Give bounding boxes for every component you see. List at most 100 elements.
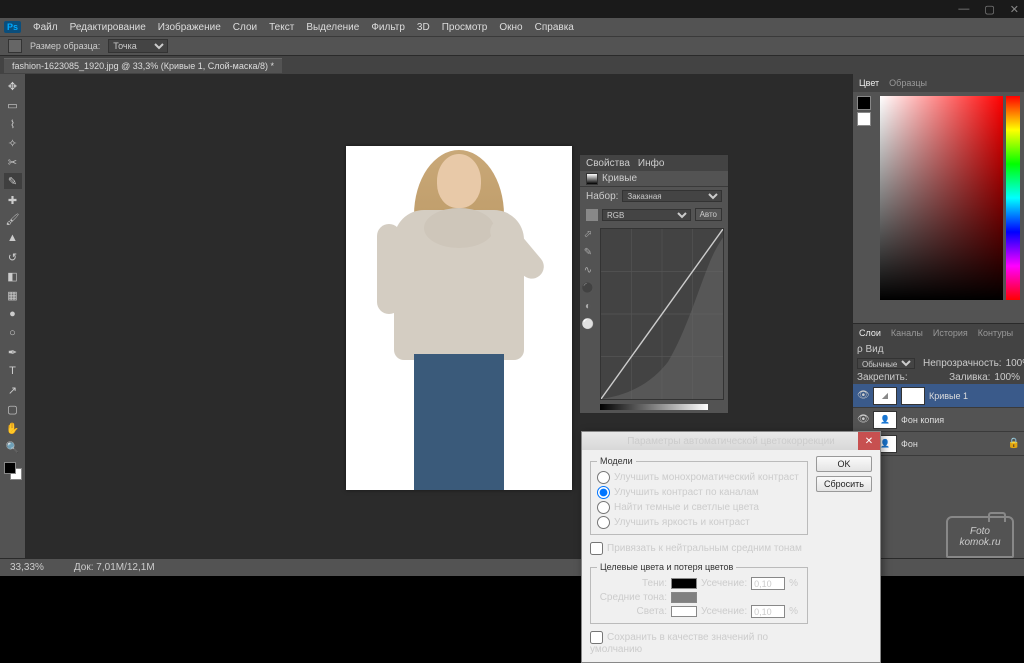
- preset-label: Набор:: [586, 191, 618, 202]
- menu-edit[interactable]: Редактирование: [70, 22, 146, 33]
- history-brush-tool[interactable]: ↺: [4, 249, 22, 265]
- auto-button[interactable]: Авто: [695, 208, 722, 221]
- curve-point-tool[interactable]: ⬀: [582, 228, 594, 240]
- path-tool[interactable]: ↗: [4, 382, 22, 398]
- layer-filter[interactable]: ρ Вид: [857, 344, 884, 355]
- radio-channel[interactable]: Улучшить контраст по каналам: [597, 485, 801, 500]
- stamp-tool[interactable]: ▲: [4, 230, 22, 246]
- type-tool[interactable]: T: [4, 363, 22, 379]
- channels-tab[interactable]: Каналы: [891, 328, 923, 338]
- paths-tab[interactable]: Контуры: [978, 328, 1013, 338]
- black-dropper[interactable]: ⚫: [582, 282, 594, 294]
- heal-tool[interactable]: ✚: [4, 192, 22, 208]
- curves-icon: [586, 173, 598, 185]
- lock-icon: 🔒: [1008, 438, 1020, 449]
- channel-select[interactable]: RGB: [602, 209, 691, 221]
- cancel-button[interactable]: Сбросить: [816, 476, 872, 492]
- layers-tab[interactable]: Слои: [859, 328, 881, 338]
- radio-mono[interactable]: Улучшить монохроматический контраст: [597, 470, 801, 485]
- menu-text[interactable]: Текст: [269, 22, 294, 33]
- visibility-icon[interactable]: 👁: [857, 390, 869, 401]
- radio-brightness[interactable]: Улучшить яркость и контраст: [597, 515, 801, 530]
- gray-dropper[interactable]: ◐: [582, 300, 594, 312]
- ok-button[interactable]: OK: [816, 456, 872, 472]
- history-tab[interactable]: История: [933, 328, 968, 338]
- menu-image[interactable]: Изображение: [158, 22, 221, 33]
- canvas-area[interactable]: Свойства Инфо Кривые Набор: Заказная RGB Ав…: [26, 74, 852, 558]
- white-dropper[interactable]: ⚪: [582, 318, 594, 330]
- color-tab[interactable]: Цвет: [859, 78, 879, 88]
- fill-value[interactable]: 100%: [994, 372, 1020, 383]
- curve-draw-tool[interactable]: ✎: [582, 246, 594, 258]
- highlights-swatch[interactable]: [671, 606, 697, 617]
- brush-tool[interactable]: 🖌: [4, 211, 22, 227]
- menu-file[interactable]: Файл: [33, 22, 58, 33]
- close-button[interactable]: ✕: [1010, 3, 1019, 16]
- menu-3d[interactable]: 3D: [417, 22, 430, 33]
- layer-row-curves[interactable]: 👁◢Кривые 1: [853, 384, 1024, 408]
- snap-neutral-check[interactable]: Привязать к нейтральным средним тонам: [590, 541, 808, 556]
- menu-select[interactable]: Выделение: [306, 22, 359, 33]
- document-image: [346, 146, 572, 490]
- window-titlebar: — ▢ ✕: [0, 0, 1024, 18]
- crop-tool[interactable]: ✂: [4, 154, 22, 170]
- visibility-icon[interactable]: 👁: [857, 414, 869, 425]
- blend-mode-select[interactable]: Обычные: [857, 358, 915, 369]
- curves-graph[interactable]: [600, 228, 724, 400]
- hue-slider[interactable]: [1006, 96, 1020, 300]
- sample-size-select[interactable]: Точка: [108, 39, 168, 53]
- curves-title: Кривые: [602, 173, 637, 184]
- pen-tool[interactable]: ✒: [4, 344, 22, 360]
- move-tool[interactable]: ✥: [4, 78, 22, 94]
- swatches-tab[interactable]: Образцы: [889, 78, 927, 88]
- minimize-button[interactable]: —: [958, 3, 969, 15]
- zoom-level[interactable]: 33,33%: [10, 562, 44, 573]
- preset-select[interactable]: Заказная: [622, 190, 722, 202]
- hand-tool[interactable]: ✋: [4, 420, 22, 436]
- sample-size-label: Размер образца:: [30, 41, 100, 51]
- layer-row-copy[interactable]: 👁👤Фон копия: [853, 408, 1024, 432]
- menu-bar: Ps Файл Редактирование Изображение Слои …: [0, 18, 1024, 36]
- color-field[interactable]: [880, 96, 1003, 300]
- zoom-tool[interactable]: 🔍: [4, 439, 22, 455]
- menu-layers[interactable]: Слои: [233, 22, 257, 33]
- shadows-swatch[interactable]: [671, 578, 697, 589]
- eyedropper-tool[interactable]: ✎: [4, 173, 22, 189]
- watermark: Fotokomok.ru: [946, 516, 1014, 558]
- bg-swatch[interactable]: [857, 112, 871, 126]
- dialog-close-button[interactable]: ✕: [858, 432, 880, 450]
- maximize-button[interactable]: ▢: [984, 3, 994, 16]
- opacity-label: Непрозрачность:: [923, 358, 1002, 369]
- highlights-clip-input[interactable]: [751, 605, 785, 618]
- opacity-value[interactable]: 100%: [1006, 358, 1024, 369]
- auto-color-dialog: Параметры автоматической цветокоррекции✕…: [581, 431, 881, 663]
- menu-filter[interactable]: Фильтр: [371, 22, 405, 33]
- highlights-label: Света:: [597, 606, 667, 617]
- info-tab[interactable]: Инфо: [638, 158, 665, 169]
- fill-label: Заливка:: [949, 372, 990, 383]
- blur-tool[interactable]: ●: [4, 306, 22, 322]
- tool-preset-icon[interactable]: [8, 39, 22, 53]
- wand-tool[interactable]: ✧: [4, 135, 22, 151]
- document-tab[interactable]: fashion-1623085_1920.jpg @ 33,3% (Кривые…: [4, 58, 282, 73]
- doc-size[interactable]: Док: 7,01M/12,1M: [74, 562, 155, 573]
- smooth-tool[interactable]: ∿: [582, 264, 594, 276]
- midtones-swatch[interactable]: [671, 592, 697, 603]
- color-swatches[interactable]: [4, 462, 22, 480]
- curves-panel: Свойства Инфо Кривые Набор: Заказная RGB Ав…: [579, 154, 729, 414]
- menu-window[interactable]: Окно: [499, 22, 522, 33]
- gradient-tool[interactable]: ▦: [4, 287, 22, 303]
- lock-label: Закрепить:: [857, 372, 908, 383]
- fg-swatch[interactable]: [857, 96, 871, 110]
- menu-view[interactable]: Просмотр: [442, 22, 488, 33]
- marquee-tool[interactable]: ▭: [4, 97, 22, 113]
- save-defaults-check[interactable]: Сохранить в качестве значений по умолчан…: [590, 630, 808, 656]
- menu-help[interactable]: Справка: [535, 22, 574, 33]
- properties-tab[interactable]: Свойства: [586, 158, 630, 169]
- lasso-tool[interactable]: ⌇: [4, 116, 22, 132]
- shape-tool[interactable]: ▢: [4, 401, 22, 417]
- eraser-tool[interactable]: ◧: [4, 268, 22, 284]
- shadows-clip-input[interactable]: [751, 577, 785, 590]
- dodge-tool[interactable]: ○: [4, 325, 22, 341]
- radio-darklight[interactable]: Найти темные и светлые цвета: [597, 500, 801, 515]
